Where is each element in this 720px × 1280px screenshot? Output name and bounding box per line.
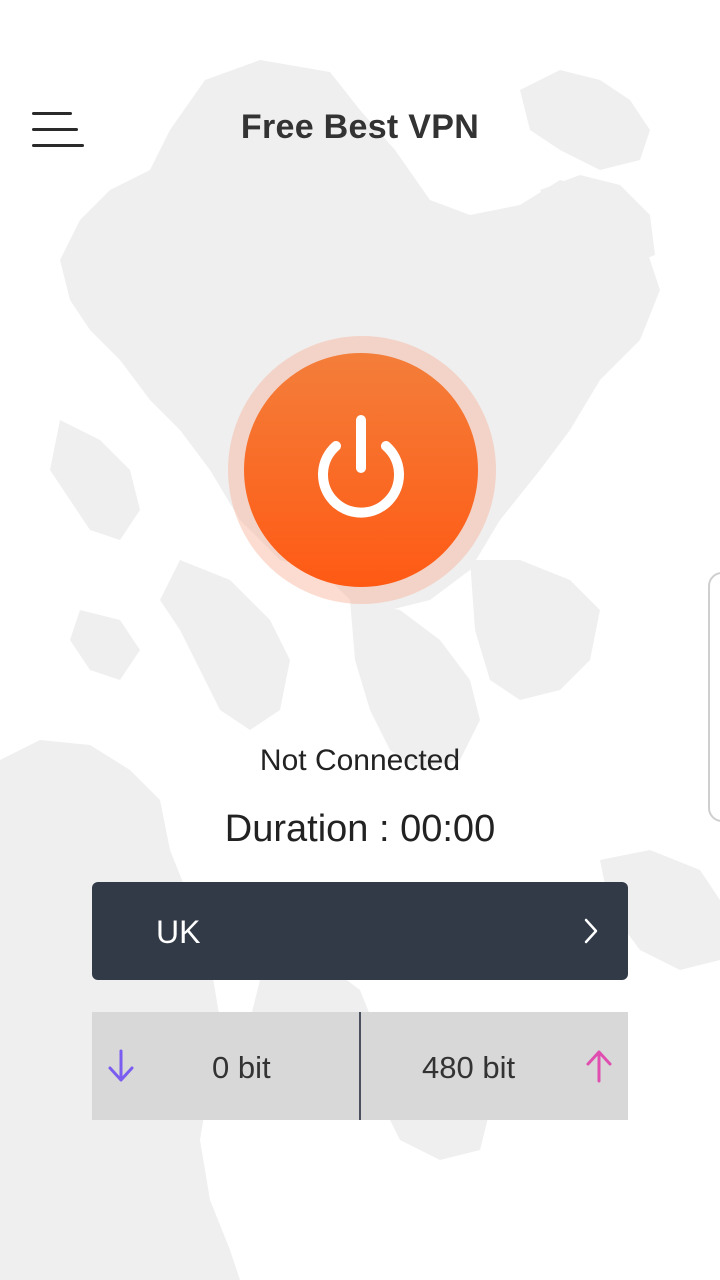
chevron-right-icon — [584, 918, 598, 944]
server-selector[interactable]: UK — [92, 882, 628, 980]
vpn-home-screen: Free Best VPN Not Connected Duration : 0… — [0, 0, 720, 1280]
duration-value: 00:00 — [400, 808, 496, 850]
upload-value: 480 bit — [422, 1050, 516, 1085]
download-cell: 0 bit — [92, 1012, 360, 1120]
power-button[interactable] — [244, 353, 478, 587]
duration-row: Duration : 00:00 — [0, 808, 720, 851]
traffic-panel: 0 bit 480 bit — [92, 1012, 628, 1120]
arrow-up-icon — [586, 1050, 612, 1083]
arrow-down-icon — [108, 1049, 134, 1082]
edge-panel-handle[interactable] — [708, 572, 720, 822]
download-value: 0 bit — [212, 1050, 271, 1085]
duration-label: Duration : — [224, 808, 390, 850]
power-icon — [318, 415, 404, 518]
upload-cell: 480 bit — [360, 1012, 628, 1120]
server-name: UK — [156, 914, 201, 950]
connection-status: Not Connected — [259, 744, 461, 777]
app-title: Free Best VPN — [240, 108, 480, 146]
